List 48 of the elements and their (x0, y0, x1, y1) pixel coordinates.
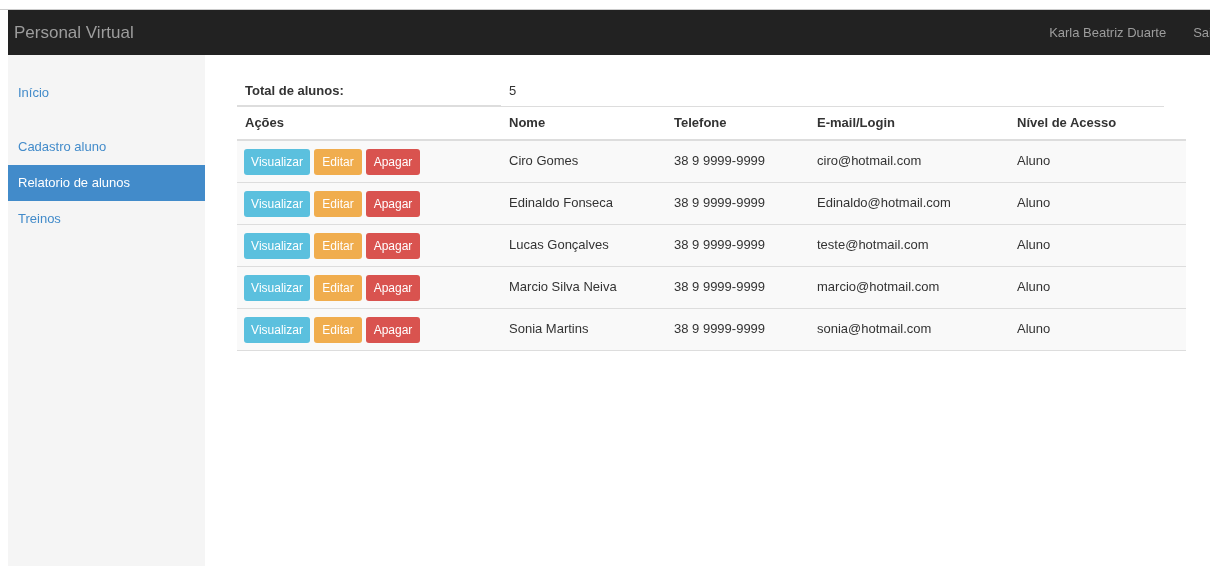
view-button[interactable]: Visualizar (244, 233, 310, 259)
table-cell-text: Aluno (1016, 278, 1052, 296)
sidebar-item[interactable]: Relatorio de alunos (8, 165, 205, 201)
edit-button[interactable]: Editar (314, 275, 362, 301)
summary-value: 5 (501, 77, 1164, 107)
user-link[interactable]: Karla Beatriz Duarte (1049, 22, 1167, 43)
sidebar-item[interactable]: Início (8, 75, 205, 111)
table-cell-text: Aluno (1016, 194, 1052, 212)
view-button[interactable]: Visualizar (244, 317, 310, 343)
table-cell-text: teste@hotmail.com (816, 236, 930, 254)
brand-link[interactable]: Personal Virtual (14, 19, 134, 46)
edit-button[interactable]: Editar (314, 191, 362, 217)
table-cell-text: Ciro Gomes (508, 152, 580, 170)
sidebar-item[interactable]: Treinos (8, 201, 205, 237)
table-cell-text: Aluno (1016, 236, 1052, 254)
table-cell-text: Edinaldo Fonseca (508, 194, 615, 212)
table-cell-text: ciro@hotmail.com (816, 152, 923, 170)
table-cell-text: 38 9 9999-9999 (673, 320, 767, 338)
table-cell-text: 38 9 9999-9999 (673, 278, 767, 296)
view-button[interactable]: Visualizar (244, 191, 310, 217)
delete-button[interactable]: Apagar (366, 191, 420, 217)
table-cell-text: Aluno (1016, 152, 1052, 170)
table-cell-text: Sonia Martins (508, 320, 590, 338)
column-header: Ações (244, 114, 286, 133)
delete-button[interactable]: Apagar (366, 149, 420, 175)
edit-button[interactable]: Editar (314, 149, 362, 175)
table-cell-text: Marcio Silva Neiva (508, 278, 618, 296)
summary-label: Total de alunos: (237, 77, 501, 107)
table-cell-text: sonia@hotmail.com (816, 320, 933, 338)
delete-button[interactable]: Apagar (366, 275, 420, 301)
delete-button[interactable]: Apagar (366, 317, 420, 343)
table-cell-text: 38 9 9999-9999 (673, 236, 767, 254)
edit-button[interactable]: Editar (314, 317, 362, 343)
table-cell-text: Aluno (1016, 320, 1052, 338)
table-cell-text: marcio@hotmail.com (816, 278, 941, 296)
table-cell-text: 38 9 9999-9999 (673, 152, 767, 170)
delete-button[interactable]: Apagar (366, 233, 420, 259)
column-header: Nome (508, 114, 547, 133)
table-cell-text: Edinaldo@hotmail.com (816, 194, 952, 212)
view-button[interactable]: Visualizar (244, 149, 310, 175)
table-cell-text: 38 9 9999-9999 (673, 194, 767, 212)
column-header: Nível de Acesso (1016, 114, 1118, 133)
edit-button[interactable]: Editar (314, 233, 362, 259)
column-header: E-mail/Login (816, 114, 896, 133)
sidebar-item[interactable]: Cadastro aluno (8, 129, 205, 165)
column-header: Telefone (673, 114, 728, 133)
view-button[interactable]: Visualizar (244, 275, 310, 301)
table-cell-text: Lucas Gonçalves (508, 236, 610, 254)
